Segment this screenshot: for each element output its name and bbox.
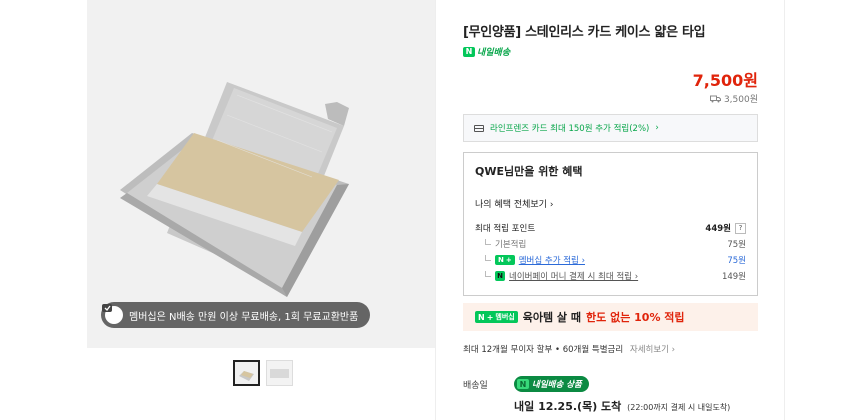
arrival-note: (22:00까지 결제 시 내일도착)	[627, 403, 731, 412]
card-case-illustration	[120, 82, 349, 297]
basic-points-value: 75원	[727, 240, 746, 250]
basic-points-label: 기본적립	[495, 240, 527, 250]
basic-points-row: 기본적립 75원	[475, 238, 746, 250]
tree-connector	[485, 255, 491, 261]
tomorrow-delivery-pill: N 내일배송 상품	[514, 376, 589, 392]
panel-divider-right	[784, 0, 785, 420]
max-points-row: 최대 적립 포인트 449원 ?	[475, 222, 746, 234]
naverpay-icon: N	[495, 271, 505, 281]
chevron-right-icon: ›	[655, 123, 659, 133]
arrival-date: 내일 12.25.(목) 도착 (22:00까지 결제 시 내일도착)	[514, 398, 730, 414]
membership-badge: N +	[495, 255, 515, 265]
membership-icon	[102, 304, 123, 324]
tomorrow-delivery-badge: N 내일배송	[463, 45, 510, 58]
shipping-fee-value: 3,500원	[723, 95, 758, 105]
promo-text: 멤버십은 N배송 만원 이상 무료배송, 1회 무료교환반품	[129, 311, 359, 323]
banner-highlight: 한도 없는 10% 적립	[586, 311, 685, 324]
benefit-box-title: QWE님만을 위한 혜택	[475, 165, 583, 178]
truck-icon	[709, 95, 721, 102]
membership-points-value: 75원	[727, 256, 746, 266]
shipping-date-label: 배송일	[463, 381, 488, 391]
membership-points-link[interactable]: 멤버십 추가 적립 ›	[519, 254, 585, 266]
membership-badge: N + 멤버십	[475, 311, 518, 323]
product-price: 7,500원	[692, 71, 758, 90]
help-icon[interactable]: ?	[735, 222, 746, 234]
chevron-right-icon: ›	[549, 200, 554, 210]
installment-details-link[interactable]: 자세히보기 ›	[630, 345, 675, 355]
installment-info: 최대 12개월 무이자 할부 • 60개월 특별금리 자세히보기 ›	[463, 343, 675, 355]
card-benefit-text: 라인프렌즈 카드 최대 150원 추가 적립(2%)	[490, 124, 650, 134]
n-delivery-icon: N	[463, 46, 475, 57]
tree-connector	[485, 239, 491, 245]
product-title: [무인양품] 스테인리스 카드 케이스 얇은 타입	[463, 25, 706, 40]
parenting-points-banner[interactable]: N + 멤버십 육아템 살 때 한도 없는 10% 적립	[463, 303, 758, 331]
view-all-label: 나의 혜택 전체보기	[475, 200, 547, 210]
panel-divider	[435, 0, 436, 420]
thumbnail-1[interactable]	[233, 360, 260, 386]
banner-text: 육아템 살 때	[522, 311, 581, 324]
personal-benefit-box: QWE님만을 위한 혜택 나의 혜택 전체보기 › 최대 적립 포인트 449원…	[463, 152, 758, 296]
card-benefit-link[interactable]: 라인프렌즈 카드 최대 150원 추가 적립(2%) ›	[463, 114, 758, 142]
delivery-badge-label: 내일배송	[477, 48, 511, 58]
shipping-fee: 3,500원	[709, 92, 758, 105]
credit-card-icon	[474, 124, 484, 132]
product-main-image[interactable]: 멤버십은 N배송 만원 이상 무료배송, 1회 무료교환반품	[87, 0, 435, 348]
max-points-value: 449원	[705, 224, 731, 234]
naverpay-points-value: 149원	[721, 272, 746, 282]
n-delivery-icon: N	[517, 379, 529, 389]
arrival-date-text: 내일 12.25.(목) 도착	[514, 400, 622, 413]
max-points-label: 최대 적립 포인트	[475, 224, 536, 234]
membership-points-row: N + 멤버십 추가 적립 › 75원	[475, 254, 746, 266]
naverpay-points-link[interactable]: 네이버페이 머니 결제 시 최대 적립 ›	[509, 270, 638, 282]
delivery-pill-label: 내일배송 상품	[532, 380, 582, 390]
thumbnail-2[interactable]	[266, 360, 293, 386]
installment-text: 최대 12개월 무이자 할부 • 60개월 특별금리	[463, 345, 624, 355]
membership-promo-pill: 멤버십은 N배송 만원 이상 무료배송, 1회 무료교환반품	[101, 302, 371, 328]
naverpay-points-row: N 네이버페이 머니 결제 시 최대 적립 › 149원	[475, 270, 746, 282]
view-all-benefits-link[interactable]: 나의 혜택 전체보기 ›	[475, 197, 553, 210]
thumbnail-strip	[233, 360, 293, 386]
tree-connector	[485, 271, 491, 277]
